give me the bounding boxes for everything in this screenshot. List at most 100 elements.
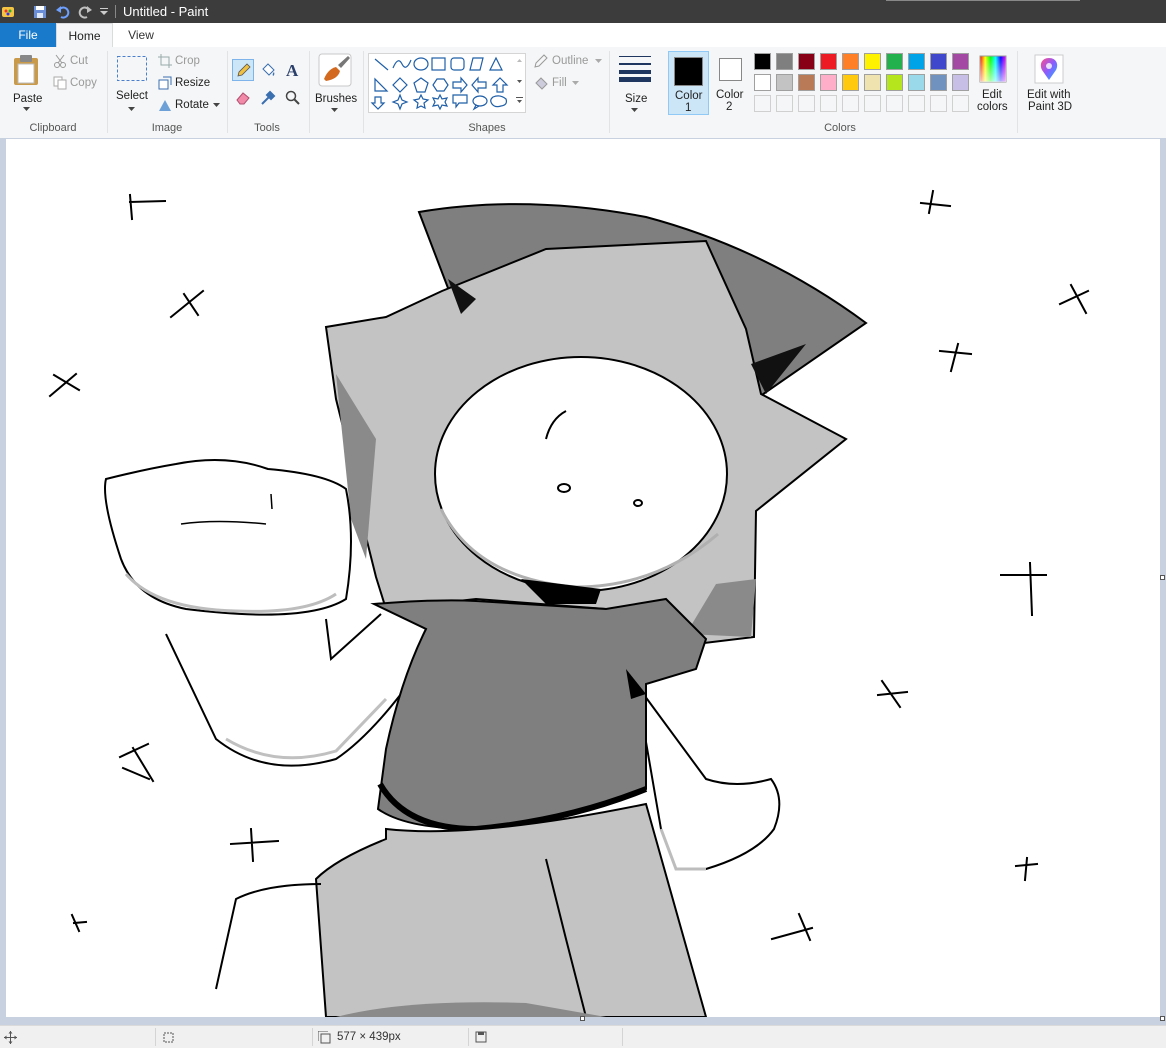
crop-button[interactable]: Crop — [157, 54, 217, 70]
palette-custom-slot[interactable] — [820, 95, 837, 112]
palette-custom-slot[interactable] — [754, 95, 771, 112]
fill-button[interactable]: Fill — [532, 76, 587, 92]
drawing-canvas[interactable] — [6, 139, 1160, 1018]
select-button[interactable]: Select — [112, 53, 152, 115]
cut-button[interactable]: Cut — [52, 54, 102, 70]
shapes-gallery[interactable] — [368, 53, 526, 113]
palette-custom-slot[interactable] — [952, 95, 969, 112]
redo-icon[interactable] — [76, 3, 94, 20]
colors-group-label: Colors — [824, 122, 856, 134]
group-separator — [609, 51, 610, 133]
rotate-button[interactable]: Rotate — [157, 98, 223, 114]
title-bar: Untitled - Paint — [0, 0, 1166, 23]
pencil-icon — [237, 63, 251, 77]
palette-color-swatch[interactable] — [798, 74, 815, 91]
chevron-down-icon — [595, 59, 602, 63]
resize-button[interactable]: Resize — [157, 76, 217, 92]
palette-color-swatch[interactable] — [864, 53, 881, 70]
palette-color-swatch[interactable] — [820, 74, 837, 91]
chevron-down-icon — [213, 103, 220, 107]
line-size-icon — [619, 56, 651, 82]
sparkle — [876, 679, 909, 709]
group-separator — [227, 51, 228, 133]
brushes-button[interactable]: Brushes — [312, 51, 358, 115]
resize-handle-bottom[interactable] — [580, 1016, 585, 1021]
sparkle — [128, 193, 167, 221]
pencil-tool[interactable] — [232, 59, 254, 81]
palette-color-swatch[interactable] — [952, 74, 969, 91]
color1-swatch — [674, 57, 703, 86]
chevron-down-icon — [128, 107, 135, 111]
palette-color-swatch[interactable] — [776, 74, 793, 91]
palette-custom-slot[interactable] — [930, 95, 947, 112]
copy-button[interactable]: Copy — [52, 76, 102, 92]
palette-color-swatch[interactable] — [754, 53, 771, 70]
tab-file[interactable]: File — [0, 23, 56, 47]
palette-color-swatch[interactable] — [864, 74, 881, 91]
brushes-label: Brushes — [315, 93, 358, 105]
color2-button[interactable]: Color 2 — [711, 51, 751, 115]
size-button[interactable]: Size — [614, 51, 656, 115]
palette-color-swatch[interactable] — [798, 53, 815, 70]
copy-label: Copy — [70, 77, 97, 89]
sparkle — [169, 289, 205, 319]
palette-color-swatch[interactable] — [908, 74, 925, 91]
palette-color-swatch[interactable] — [886, 53, 903, 70]
palette-color-swatch[interactable] — [842, 53, 859, 70]
eyedropper-icon — [261, 90, 276, 105]
resize-label: Resize — [175, 77, 211, 89]
sparkle — [229, 827, 280, 863]
edit-colors-button[interactable]: Edit colors — [975, 51, 1011, 115]
palette-custom-slot[interactable] — [886, 95, 903, 112]
svg-text:A: A — [286, 61, 299, 78]
palette-color-swatch[interactable] — [908, 53, 925, 70]
paint-bucket-icon — [262, 63, 275, 76]
palette-custom-slot[interactable] — [776, 95, 793, 112]
color-picker-tool[interactable] — [257, 87, 279, 109]
customize-quick-access-icon[interactable] — [98, 3, 110, 20]
palette-custom-slot[interactable] — [864, 95, 881, 112]
paint-app-icon[interactable] — [0, 3, 16, 20]
palette-color-swatch[interactable] — [776, 53, 793, 70]
palette-color-swatch[interactable] — [886, 74, 903, 91]
status-bar: 577 × 439px — [0, 1025, 1166, 1048]
palette-color-swatch[interactable] — [930, 74, 947, 91]
palette-color-swatch[interactable] — [842, 74, 859, 91]
paste-button[interactable]: Paste — [6, 51, 46, 115]
palette-color-swatch[interactable] — [820, 53, 837, 70]
cursor-position-icon — [4, 1031, 17, 1044]
palette-custom-slot[interactable] — [798, 95, 815, 112]
text-tool[interactable]: A — [282, 59, 304, 81]
tab-view[interactable]: View — [116, 23, 166, 47]
resize-handle-corner[interactable] — [1160, 1016, 1165, 1021]
palette-color-swatch[interactable] — [952, 53, 969, 70]
palette-custom-slot[interactable] — [908, 95, 925, 112]
tab-home[interactable]: Home — [56, 23, 113, 47]
group-separator — [107, 51, 108, 133]
copy-icon — [53, 76, 67, 90]
palette-custom-slot[interactable] — [842, 95, 859, 112]
chevron-down-icon — [631, 108, 638, 112]
crop-icon — [158, 54, 172, 68]
crop-label: Crop — [175, 55, 200, 67]
palette-color-swatch[interactable] — [754, 74, 771, 91]
ribbon: Paste Cut Copy Clipboard Select Crop Res… — [0, 47, 1166, 139]
edit-with-paint3d-button[interactable]: Edit with Paint 3D — [1022, 51, 1078, 115]
save-icon[interactable] — [32, 3, 48, 20]
eraser-tool[interactable] — [232, 87, 254, 109]
outline-button[interactable]: Outline — [532, 54, 604, 70]
edit-colors-label-2: colors — [977, 101, 1008, 113]
color1-button[interactable]: Color 1 — [668, 51, 709, 115]
magnifier-tool[interactable] — [282, 87, 304, 109]
shapes-scrollbar[interactable] — [514, 54, 525, 112]
fill-tool[interactable] — [257, 59, 279, 81]
palette-color-swatch[interactable] — [930, 53, 947, 70]
arm-shadow — [225, 697, 388, 760]
resize-handle-right[interactable] — [1160, 575, 1165, 580]
undo-icon[interactable] — [54, 3, 72, 20]
title-separator — [115, 5, 116, 18]
sparkle — [1000, 561, 1047, 617]
ribbon-tabs: File Home View — [0, 23, 1166, 48]
workspace — [0, 138, 1166, 1025]
paint3d-label-1: Edit with — [1027, 89, 1071, 101]
